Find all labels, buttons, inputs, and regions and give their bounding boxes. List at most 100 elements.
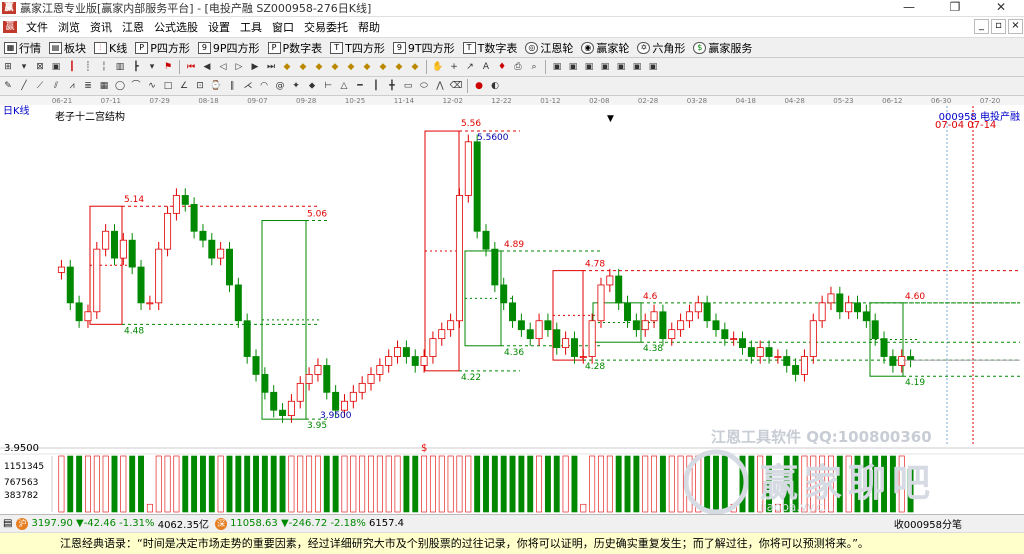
mdi-restore-icon[interactable]: ▫: [991, 19, 1006, 34]
window7-icon[interactable]: ▣: [646, 61, 660, 74]
fan-icon[interactable]: ⩘: [65, 80, 79, 93]
hline-icon[interactable]: ━: [353, 80, 367, 93]
toolbar-p-square-button[interactable]: P P四方形: [131, 40, 194, 56]
gift-icon[interactable]: ♦: [495, 61, 509, 74]
toolbar-9p-square-button[interactable]: 9 9P四方形: [194, 40, 264, 56]
left-icon[interactable]: ◁: [216, 61, 230, 74]
menu-formula[interactable]: 公式选股: [149, 19, 203, 35]
color-icon[interactable]: ●: [472, 80, 486, 93]
text-icon[interactable]: A: [479, 61, 493, 74]
hand-icon[interactable]: ✋: [431, 61, 445, 74]
candle-small-icon[interactable]: ┃: [65, 61, 79, 74]
toolbar-t-table-button[interactable]: T T数字表: [459, 40, 522, 56]
crosshair-icon[interactable]: +: [447, 61, 461, 74]
menu-window[interactable]: 窗口: [267, 19, 299, 35]
erase-icon[interactable]: ⌫: [449, 80, 463, 93]
last-icon[interactable]: ⏭: [264, 61, 278, 74]
cross-icon[interactable]: ⊠: [33, 61, 47, 74]
rect-icon[interactable]: ▭: [401, 80, 415, 93]
star-icon[interactable]: ✦: [289, 80, 303, 93]
pen-icon[interactable]: ✎: [1, 80, 15, 93]
grid-tool-icon[interactable]: ▦: [97, 80, 111, 93]
segment-icon[interactable]: ⟋: [33, 80, 47, 93]
index2-ticker[interactable]: 深 11058.63 ▼-246.72 -2.18% 6157.4: [215, 517, 404, 530]
toolbar-service-button[interactable]: $ 赢家服务: [689, 40, 756, 56]
cycle-icon[interactable]: ⌒: [129, 80, 143, 93]
wave-icon[interactable]: ∿: [145, 80, 159, 93]
window6-icon[interactable]: ▣: [630, 61, 644, 74]
menu-file[interactable]: 文件: [21, 19, 53, 35]
toolbar-p-table-button[interactable]: P P数字表: [264, 40, 327, 56]
find-icon[interactable]: ⌕: [527, 61, 541, 74]
next-icon[interactable]: ▶: [248, 61, 262, 74]
marker-icon[interactable]: ⬥: [305, 80, 319, 93]
menu-info[interactable]: 资讯: [85, 19, 117, 35]
time-icon[interactable]: ⌚: [209, 80, 223, 93]
parallel-icon[interactable]: ∥: [225, 80, 239, 93]
arc-icon[interactable]: ◠: [257, 80, 271, 93]
menu-settings[interactable]: 设置: [203, 19, 235, 35]
dropdown-icon[interactable]: ▾: [17, 61, 31, 74]
menu-trade[interactable]: 交易委托: [299, 19, 353, 35]
triangle-icon[interactable]: △: [337, 80, 351, 93]
toolbar-winner-wheel-button[interactable]: ◉ 赢家轮: [577, 40, 633, 56]
menu-gann[interactable]: 江恩: [117, 19, 149, 35]
print-icon[interactable]: ⎙: [511, 61, 525, 74]
window4-icon[interactable]: ▣: [598, 61, 612, 74]
mdi-minimize-icon[interactable]: _: [974, 19, 989, 34]
window3-icon[interactable]: ▣: [582, 61, 596, 74]
window1-icon[interactable]: ▣: [550, 61, 564, 74]
status-menu-icon[interactable]: ▤: [3, 518, 12, 529]
line-icon[interactable]: ╎: [97, 61, 111, 74]
down-icon[interactable]: ◆: [328, 61, 342, 74]
minimize-icon[interactable]: —: [886, 0, 932, 17]
reset-icon[interactable]: ◆: [392, 61, 406, 74]
toolbar-9t-square-button[interactable]: 9 9T四方形: [389, 40, 459, 56]
angle-icon[interactable]: ∠: [177, 80, 191, 93]
bar-icon[interactable]: ┊: [81, 61, 95, 74]
shrink-icon[interactable]: ◆: [360, 61, 374, 74]
fib-icon[interactable]: ≣: [81, 80, 95, 93]
kline-chart-panel[interactable]: 06-21 07-11 07-29 08-18 09-07 09-28 10-25 11-14…: [0, 96, 1024, 515]
spiral-icon[interactable]: @: [273, 80, 287, 93]
close-icon[interactable]: ✕: [978, 0, 1024, 17]
window2-icon[interactable]: ▣: [566, 61, 580, 74]
gann-angle-icon[interactable]: ⋌: [241, 80, 255, 93]
index1-ticker[interactable]: 沪 3197.90 ▼-42.46 -1.31% 4062.35亿: [16, 516, 209, 531]
page-icon[interactable]: ▣: [49, 61, 63, 74]
menu-browse[interactable]: 浏览: [53, 19, 85, 35]
toolbar-kline-button[interactable]: ⫶ K线: [90, 40, 131, 56]
flag-icon[interactable]: ⚑: [161, 61, 175, 74]
prev-icon[interactable]: ◀: [200, 61, 214, 74]
restore-icon[interactable]: ❐: [932, 0, 978, 17]
toolbar-hexagon-button[interactable]: ✡ 六角形: [633, 40, 689, 56]
box-icon[interactable]: ⊡: [193, 80, 207, 93]
first-icon[interactable]: ⏮: [184, 61, 198, 74]
select-icon[interactable]: ▾: [145, 61, 159, 74]
tower-icon[interactable]: ▥: [113, 61, 127, 74]
expand-icon[interactable]: ◆: [376, 61, 390, 74]
vline-icon[interactable]: ┃: [369, 80, 383, 93]
zoom-out-icon[interactable]: ◆: [296, 61, 310, 74]
ray-icon[interactable]: ╱: [17, 80, 31, 93]
square-tool-icon[interactable]: □: [161, 80, 175, 93]
toolbar-sectors-button[interactable]: ▤ 板块: [45, 40, 90, 56]
right-icon[interactable]: ▷: [232, 61, 246, 74]
circle-icon[interactable]: ◯: [113, 80, 127, 93]
arrow-icon[interactable]: ↗: [463, 61, 477, 74]
toolbar-t-square-button[interactable]: T T四方形: [326, 40, 389, 56]
polyline-icon[interactable]: ⋀: [433, 80, 447, 93]
layout-icon[interactable]: ⊞: [1, 61, 15, 74]
window5-icon[interactable]: ▣: [614, 61, 628, 74]
mdi-close-icon[interactable]: ×: [1008, 19, 1023, 34]
cross-line-icon[interactable]: ╋: [385, 80, 399, 93]
toolbar-quotes-button[interactable]: ▦ 行情: [0, 40, 45, 56]
up-icon[interactable]: ◆: [312, 61, 326, 74]
menu-tools[interactable]: 工具: [235, 19, 267, 35]
fit-icon[interactable]: ◆: [344, 61, 358, 74]
ohlc-icon[interactable]: ┣: [129, 61, 143, 74]
toolbar-gann-wheel-button[interactable]: ◎ 江恩轮: [521, 40, 577, 56]
menu-help[interactable]: 帮助: [353, 19, 385, 35]
ruler-icon[interactable]: ⊢: [321, 80, 335, 93]
ellipse-icon[interactable]: ⬭: [417, 80, 431, 93]
